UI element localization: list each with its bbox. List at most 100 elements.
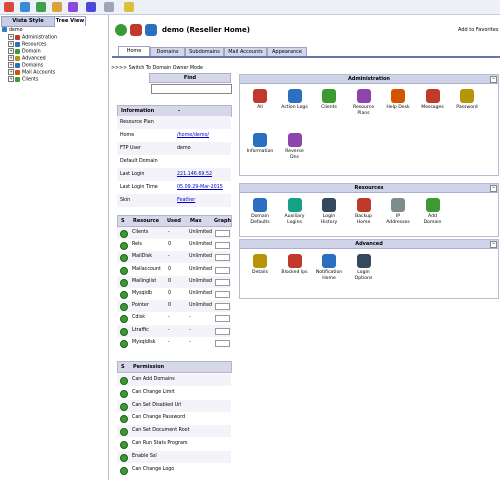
col-status: S (121, 364, 125, 370)
resource-name: MailDisk (132, 254, 153, 260)
usage-graph (215, 242, 230, 250)
backup-home-icon (356, 198, 371, 212)
info-label: Last Login (120, 172, 145, 177)
expand-icon[interactable]: + (8, 34, 14, 40)
collapse-icon[interactable]: ^ (490, 185, 497, 192)
expand-icon[interactable]: + (8, 76, 14, 82)
permission-row: Can Change Logo (117, 464, 231, 476)
clients-button[interactable]: Clients (315, 89, 343, 111)
star-icon[interactable] (124, 2, 134, 12)
expand-icon[interactable]: + (8, 62, 14, 68)
page-title: demo (Reseller Home) (162, 23, 250, 37)
auxiliary-logins-button[interactable]: Auxiliary Logins (281, 198, 309, 225)
help-desk-button[interactable]: Help Desk (384, 89, 412, 111)
action-logs-button[interactable]: Action Logs (281, 89, 309, 111)
resource-used: - (168, 230, 170, 235)
advanced-panel: Advanced ^ Details Blocked Ips Notification … (239, 239, 499, 299)
col-permission: Permission (133, 364, 165, 370)
add-to-favorites-link[interactable]: Add to Favorites (458, 27, 498, 33)
resource-name: Ltraffic (132, 327, 149, 333)
action-logs-label: Action Logs (281, 105, 308, 110)
add-domain-button[interactable]: Add Domain (419, 198, 447, 225)
messages-label: Messages (421, 105, 444, 110)
tree-item-domain[interactable]: + Domain (8, 48, 41, 55)
usage-graph (215, 303, 230, 311)
find-input[interactable] (151, 84, 232, 94)
status-ok-icon (120, 291, 128, 299)
tree-item-resources[interactable]: + Resources (8, 41, 47, 48)
ip-addresses-button[interactable]: IP Addresses (384, 198, 412, 225)
resource-used: - (168, 254, 170, 260)
settings-icon[interactable] (104, 2, 114, 12)
messages-button[interactable]: Messages (419, 89, 447, 111)
expand-icon[interactable]: + (8, 69, 14, 75)
resource-plans-label: Resource Plans (352, 105, 375, 116)
role-label: (Reseller Home) (186, 26, 250, 34)
collapse-icon[interactable]: ^ (490, 241, 497, 248)
domain-defaults-button[interactable]: Domain Defaults (246, 198, 274, 225)
tree-root[interactable]: demo (2, 27, 23, 34)
tree-item-clients[interactable]: + Clients (8, 76, 38, 83)
tree-item-mail-accounts[interactable]: + Mail Accounts (8, 69, 55, 76)
col-used: Used (167, 218, 182, 224)
tab-tree-view[interactable]: Tree View (54, 16, 86, 26)
tree-item-label: Domains (22, 63, 44, 69)
help-icon[interactable] (86, 2, 96, 12)
resource-row: Clients - Unlimited (117, 227, 231, 239)
usage-graph (215, 266, 230, 274)
clients-icon (322, 89, 336, 103)
forward-icon[interactable] (36, 2, 46, 12)
all-button[interactable]: All (246, 89, 274, 111)
tab-vista-style[interactable]: Vista Style (1, 16, 55, 27)
expand-icon[interactable]: + (8, 48, 14, 54)
admin-icon (15, 34, 20, 40)
permission-name: Can Change Limit (132, 389, 175, 395)
back-icon[interactable] (20, 2, 30, 12)
tools-icon[interactable] (68, 2, 78, 12)
tree-item-advanced[interactable]: + Advanced (8, 55, 46, 62)
switch-mode-link[interactable]: >>>> Switch To Domain Owner Mode (111, 66, 203, 71)
info-row: FTP User demo (117, 142, 231, 155)
col-resource: Resource (133, 218, 160, 224)
information-button[interactable]: Information (246, 133, 274, 155)
login-options-button[interactable]: Login Options (350, 254, 378, 281)
home-icon[interactable] (4, 2, 14, 12)
resource-row: Cdisk - - (117, 312, 231, 324)
info-row: Resource Plan (117, 116, 231, 129)
status-ok-icon (120, 242, 128, 251)
password-icon (460, 89, 474, 103)
permission-row: Enable Ssl (117, 450, 231, 463)
reverse-dns-button[interactable]: Reverse Dns (281, 133, 309, 160)
resource-name: Cdisk (132, 315, 146, 321)
blocked-ips-icon (287, 254, 302, 268)
details-button[interactable]: Details (246, 254, 274, 276)
resource-used: - (168, 327, 170, 333)
login-history-button[interactable]: Login History (315, 198, 343, 225)
blocked-ips-button[interactable]: Blocked Ips (281, 254, 309, 276)
messages-icon (425, 89, 440, 103)
backup-home-button[interactable]: Backup Home (350, 198, 378, 225)
resource-plans-button[interactable]: Resource Plans (350, 89, 378, 116)
tree-item-domains[interactable]: + Domains (8, 62, 43, 69)
resource-used: 0 (168, 291, 172, 296)
last-login-ip-link[interactable]: 221.146.69.52 (177, 168, 212, 181)
status-ok-icon (115, 24, 127, 36)
resources-panel: Resources ^ Domain Defaults Auxiliary Login… (239, 183, 499, 237)
auxiliary-logins-label: Auxiliary Logins (284, 214, 305, 225)
last-login-time-link[interactable]: 05.09.29-Mar-2015 (177, 181, 223, 194)
info-row: Home/home/demo/ (117, 129, 231, 142)
refresh-icon[interactable] (52, 2, 62, 12)
tree-root-label: demo (9, 28, 23, 33)
ip-addresses-icon (391, 198, 405, 212)
tree-item-administration[interactable]: + Administration (8, 34, 57, 41)
administration-panel: Administration ^ All Action Logs Clients Reso… (239, 74, 499, 176)
home-path-link[interactable]: /home/demo/ (177, 129, 209, 142)
collapse-icon[interactable]: ^ (490, 76, 497, 83)
skin-link[interactable]: Feather (177, 194, 195, 207)
domains-icon (15, 62, 20, 68)
password-button[interactable]: Password (453, 89, 481, 111)
expand-icon[interactable]: + (8, 55, 14, 61)
notification-home-button[interactable]: Notification Home (315, 254, 343, 281)
resource-name: Mailinglist (132, 278, 157, 284)
expand-icon[interactable]: + (8, 41, 14, 47)
